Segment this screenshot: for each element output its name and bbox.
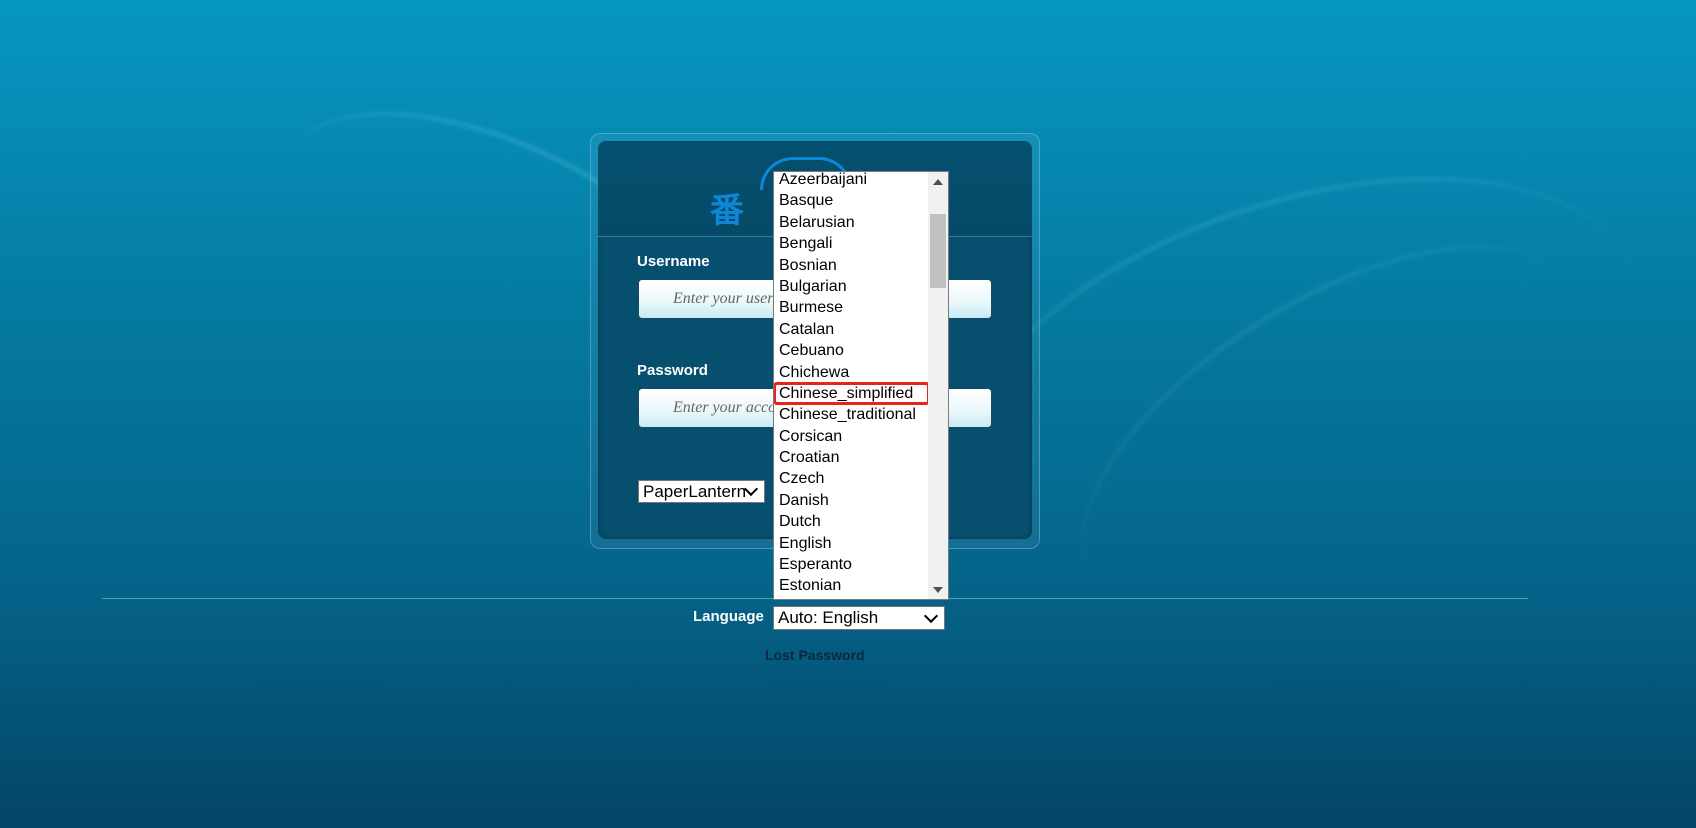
password-label: Password <box>637 362 708 379</box>
language-option[interactable]: Estonian <box>774 575 929 596</box>
chevron-down-icon <box>923 608 939 623</box>
language-option[interactable]: Bosnian <box>774 255 929 276</box>
logo: 番 <box>710 191 748 231</box>
language-option[interactable]: Belarusian <box>774 212 929 233</box>
language-option[interactable]: Chinese_simplified <box>774 381 930 406</box>
language-option[interactable]: Danish <box>774 490 929 511</box>
scroll-down-arrow-icon[interactable] <box>933 587 943 593</box>
chevron-down-icon <box>743 481 759 497</box>
language-option[interactable]: Catalan <box>774 319 929 340</box>
language-option[interactable]: Basque <box>774 190 929 211</box>
scrollbar-thumb[interactable] <box>930 214 946 288</box>
scroll-up-arrow-icon[interactable] <box>933 179 943 185</box>
language-option[interactable]: Esperanto <box>774 554 929 575</box>
theme-select-value: PaperLantern <box>643 481 747 501</box>
language-option[interactable]: Bulgarian <box>774 276 929 297</box>
language-dropdown-list[interactable]: Azeerbaijani Basque Belarusian Bengali Bosni… <box>773 171 949 600</box>
theme-select[interactable]: PaperLantern <box>638 480 765 503</box>
language-option[interactable]: Cebuano <box>774 340 929 361</box>
language-options: Azeerbaijani Basque Belarusian Bengali Bosni… <box>774 172 930 597</box>
language-option[interactable]: Bengali <box>774 233 929 254</box>
language-option[interactable]: Chinese_traditional <box>774 404 929 425</box>
language-option[interactable]: Corsican <box>774 426 929 447</box>
language-option[interactable]: Chichewa <box>774 362 929 383</box>
lost-password-link[interactable]: Lost Password <box>765 647 865 663</box>
language-label: Language <box>693 608 764 625</box>
username-label: Username <box>637 253 710 270</box>
language-option[interactable]: Czech <box>774 468 929 489</box>
language-option[interactable]: Azeerbaijani <box>774 172 929 190</box>
language-option[interactable]: Croatian <box>774 447 929 468</box>
language-option[interactable]: English <box>774 533 929 554</box>
dropdown-scrollbar[interactable] <box>928 172 948 599</box>
language-option[interactable]: Burmese <box>774 297 929 318</box>
language-option[interactable]: Dutch <box>774 511 929 532</box>
language-select[interactable]: Auto: English <box>773 606 945 630</box>
language-select-value: Auto: English <box>778 608 879 627</box>
